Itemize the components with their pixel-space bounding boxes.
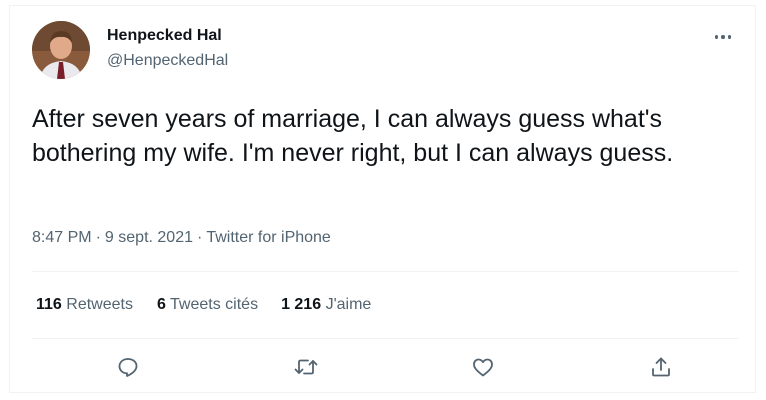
tweet-date[interactable]: 9 sept. 2021 [105, 229, 193, 246]
like-button[interactable] [465, 349, 501, 385]
likes-count: 1 216 [281, 296, 322, 313]
tweet-meta: 8:47 PM · 9 sept. 2021 · Twitter for iPhone [32, 229, 331, 247]
retweets-stat[interactable]: 116 Retweets [36, 296, 133, 314]
tweet-source[interactable]: Twitter for iPhone [206, 229, 331, 246]
divider [32, 338, 739, 339]
avatar[interactable] [32, 21, 90, 79]
tweet-stats: 116 Retweets 6 Tweets cités 1 216 J'aime [36, 296, 371, 314]
meta-separator: · [197, 229, 203, 246]
meta-separator: · [95, 229, 101, 246]
reply-button[interactable] [110, 349, 146, 385]
share-icon [652, 357, 670, 377]
tweet-actions [32, 349, 739, 385]
retweets-label: Retweets [66, 296, 133, 313]
author-handle[interactable]: @HenpeckedHal [107, 52, 228, 70]
likes-stat[interactable]: 1 216 J'aime [281, 296, 371, 314]
tweet-time[interactable]: 8:47 PM [32, 229, 92, 246]
more-icon[interactable] [710, 28, 736, 46]
tweet-text: After seven years of marriage, I can alw… [32, 105, 674, 167]
tweet-card: Henpecked Hal @HenpeckedHal After seven … [9, 5, 756, 393]
quotes-count: 6 [156, 296, 166, 313]
share-button[interactable] [643, 349, 679, 385]
quotes-stat[interactable]: 6 Tweets cités [157, 296, 258, 314]
retweet-icon [294, 359, 318, 375]
reply-icon [118, 358, 138, 377]
retweets-count: 116 [36, 296, 62, 313]
divider [32, 271, 739, 272]
quotes-label: Tweets cités [170, 296, 259, 313]
like-icon [473, 358, 493, 377]
retweet-button[interactable] [288, 349, 324, 385]
likes-label: J'aime [325, 296, 372, 313]
author-name[interactable]: Henpecked Hal [107, 27, 222, 45]
